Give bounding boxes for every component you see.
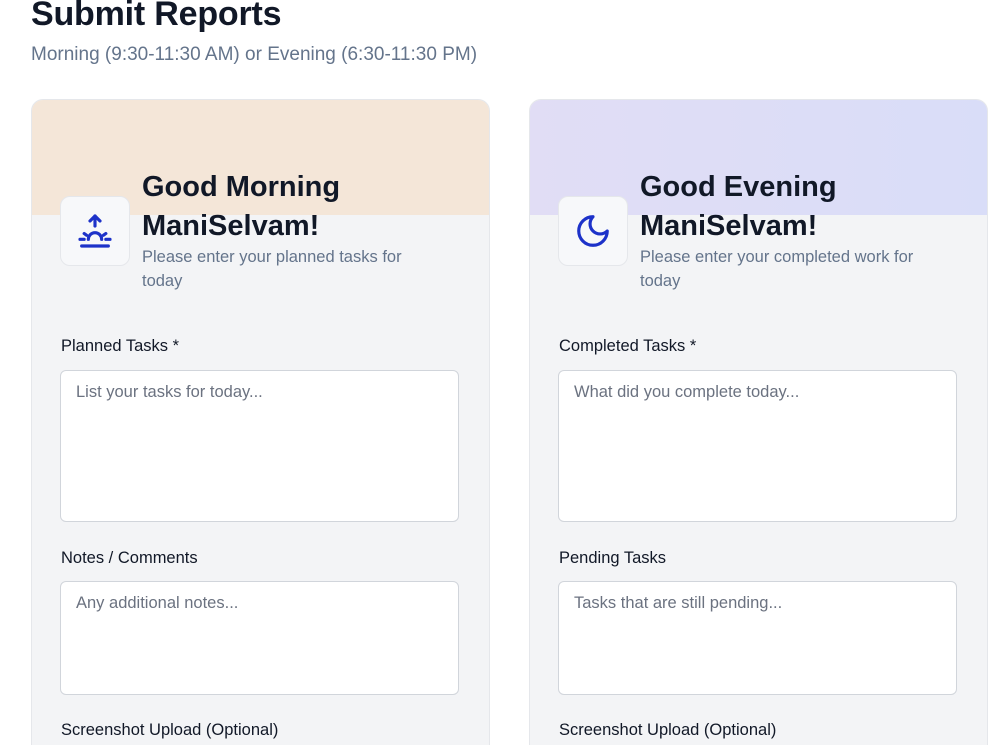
morning-greeting-name: ManiSelvam! (142, 210, 320, 242)
evening-greeting-line1: Good Evening (640, 171, 837, 203)
evening-prompt: Please enter your completed work for tod… (640, 248, 914, 290)
morning-prompt: Please enter your planned tasks for toda… (142, 248, 402, 290)
evening-greeting: Good Evening ManiSelvam! (640, 168, 960, 246)
notes-comments-label: Notes / Comments (61, 549, 198, 567)
completed-tasks-textarea[interactable] (558, 370, 957, 522)
planned-tasks-label: Planned Tasks * (61, 337, 180, 355)
morning-report-card: Good Morning ManiSelvam! Please enter you… (31, 99, 490, 745)
pending-tasks-textarea[interactable] (558, 581, 957, 695)
evening-greeting-name: ManiSelvam! (640, 210, 818, 242)
evening-icon-tile (558, 196, 628, 266)
pending-tasks-label: Pending Tasks (559, 549, 667, 567)
morning-greeting-line1: Good Morning (142, 171, 341, 203)
notes-comments-textarea[interactable] (60, 581, 459, 695)
page-subtitle: Morning (9:30-11:30 AM) or Evening (6:30… (31, 44, 478, 65)
evening-screenshot-upload-label: Screenshot Upload (Optional) (559, 721, 777, 739)
morning-greeting: Good Morning ManiSelvam! (142, 168, 462, 246)
page: Submit Reports Morning (9:30-11:30 AM) o… (0, 0, 1004, 745)
evening-report-card: Good Evening ManiSelvam! Please enter you… (529, 99, 988, 745)
page-title: Submit Reports (31, 0, 282, 33)
morning-screenshot-upload-label: Screenshot Upload (Optional) (61, 721, 279, 739)
sunrise-icon (75, 211, 115, 251)
planned-tasks-textarea[interactable] (60, 370, 459, 522)
moon-icon (574, 212, 612, 250)
morning-icon-tile (60, 196, 130, 266)
completed-tasks-label: Completed Tasks * (559, 337, 697, 355)
